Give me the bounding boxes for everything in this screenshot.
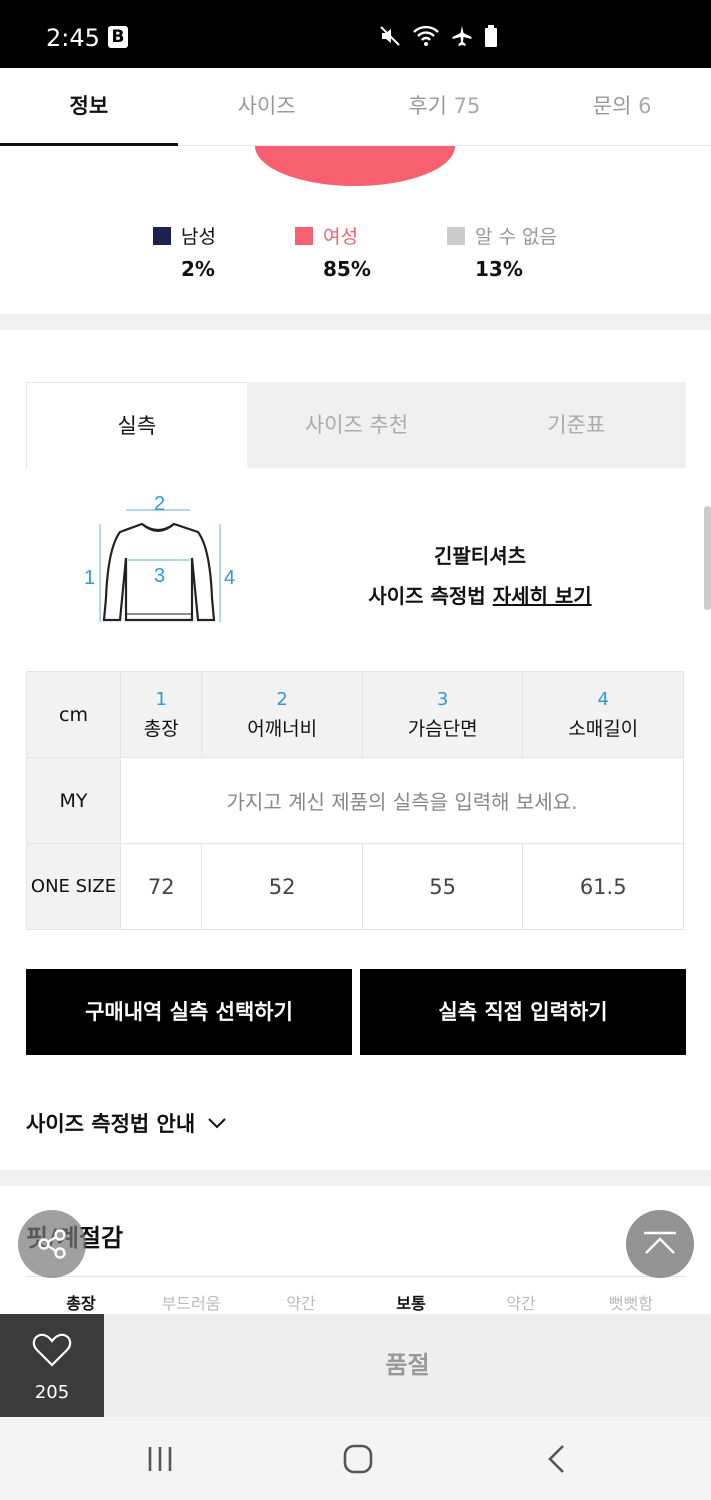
fit-divider (26, 1276, 686, 1277)
section-divider (0, 1170, 711, 1186)
home-icon[interactable] (342, 1443, 374, 1475)
like-button[interactable]: 205 (0, 1314, 104, 1417)
my-label: MY (26, 757, 121, 844)
male-swatch (153, 226, 171, 245)
back-icon[interactable] (546, 1443, 568, 1475)
size-sub-tabs: 실측 사이즈 추천 기준표 (26, 382, 686, 468)
fit-option: 부드러움 (161, 1294, 221, 1313)
review-count: 75 (453, 94, 481, 118)
direct-input-button[interactable]: 실측 직접 입력하기 (360, 969, 686, 1055)
diagram-num-3: 3 (154, 565, 165, 587)
wifi-icon (413, 25, 439, 46)
mute-icon (380, 26, 400, 46)
fit-option: 약간 (506, 1294, 536, 1313)
diagram-num-2: 2 (154, 493, 165, 515)
product-type: 긴팔티셔츠 (434, 544, 526, 568)
table-cell: 52 (201, 843, 363, 930)
section-divider (0, 314, 711, 330)
share-button[interactable] (18, 1210, 86, 1278)
table-row-my: MY 가지고 계신 제품의 실측을 입력해 보세요. (26, 757, 684, 844)
measure-guide-title: 긴팔티셔츠 사이즈 측정법 자세히 보기 (340, 536, 620, 616)
tab-size[interactable]: 사이즈 (178, 68, 356, 145)
chevron-down-icon (208, 1118, 226, 1129)
like-count: 205 (34, 1382, 70, 1403)
subtab-measured[interactable]: 실측 (26, 382, 247, 468)
system-nav-bar (0, 1417, 711, 1500)
scrollbar-thumb[interactable] (704, 506, 711, 610)
table-header-row: cm 1 총장 2 어깨너비 3 가슴단면 4 소매길이 (26, 671, 684, 758)
subtab-standard[interactable]: 기준표 (466, 382, 686, 468)
fit-option: 뻣뻣함 (608, 1294, 654, 1313)
table-cell: 61.5 (522, 843, 684, 930)
diagram-num-1: 1 (84, 567, 95, 589)
arrow-up-icon (644, 1231, 676, 1254)
table-cell: 72 (119, 843, 203, 930)
fit-option: 보통 (396, 1294, 426, 1313)
airplane-icon (452, 26, 472, 46)
status-icons (378, 24, 498, 48)
status-bar: 2:45 B (0, 0, 711, 68)
col-header: 2 어깨너비 (201, 671, 363, 758)
table-cell: 55 (361, 843, 524, 930)
fit-option: 약간 (286, 1294, 316, 1313)
app-badge-icon: B (108, 26, 128, 48)
inquiry-count: 6 (638, 94, 652, 118)
scroll-top-button[interactable] (626, 1210, 694, 1278)
col-header: 3 가슴단면 (361, 671, 524, 758)
unknown-swatch (447, 226, 465, 245)
female-swatch (295, 226, 313, 245)
subtab-recommend[interactable]: 사이즈 추천 (247, 382, 467, 468)
diagram-num-4: 4 (224, 567, 235, 589)
size-guide-label: 사이즈 측정법 안내 (26, 1112, 196, 1136)
legend-unknown: 알 수 없음 13% (447, 222, 627, 281)
method-label: 사이즈 측정법 (368, 584, 486, 608)
heart-icon (32, 1333, 72, 1367)
gender-pie-chart (255, 146, 455, 186)
purchase-select-button[interactable]: 구매내역 실측 선택하기 (26, 969, 352, 1055)
share-icon (38, 1229, 66, 1259)
sold-out-button[interactable]: 품절 (104, 1314, 711, 1417)
battery-icon (485, 25, 497, 47)
tab-inquiry[interactable]: 문의 6 (533, 68, 711, 145)
table-row: ONE SIZE 72 52 55 61.5 (26, 843, 684, 930)
recent-apps-icon[interactable] (146, 1445, 174, 1473)
size-table: cm 1 총장 2 어깨너비 3 가슴단면 4 소매길이 MY 가지고 계신 제품의 실… (26, 671, 684, 930)
bottom-action-bar: 205 품절 (0, 1314, 711, 1417)
unknown-percent: 13% (475, 257, 523, 281)
tab-reviews[interactable]: 후기 75 (356, 68, 534, 145)
fit-row: 총장 부드러움 약간 보통 약간 뻣뻣함 (26, 1290, 686, 1314)
fit-row-label: 총장 (66, 1294, 96, 1313)
unit-cell: cm (26, 671, 121, 758)
sweatshirt-diagram: 2 1 3 4 (84, 493, 235, 622)
col-header: 4 소매길이 (522, 671, 684, 758)
size-label: ONE SIZE (26, 843, 121, 930)
tab-info[interactable]: 정보 (0, 68, 178, 146)
col-header: 1 총장 (119, 671, 203, 758)
status-time: 2:45 (46, 24, 100, 52)
size-guide-toggle[interactable]: 사이즈 측정법 안내 (26, 1108, 227, 1138)
my-size-input[interactable]: 가지고 계신 제품의 실측을 입력해 보세요. (120, 757, 684, 844)
product-tabs: 정보 사이즈 후기 75 문의 6 (0, 68, 711, 146)
detail-link[interactable]: 자세히 보기 (493, 584, 592, 608)
